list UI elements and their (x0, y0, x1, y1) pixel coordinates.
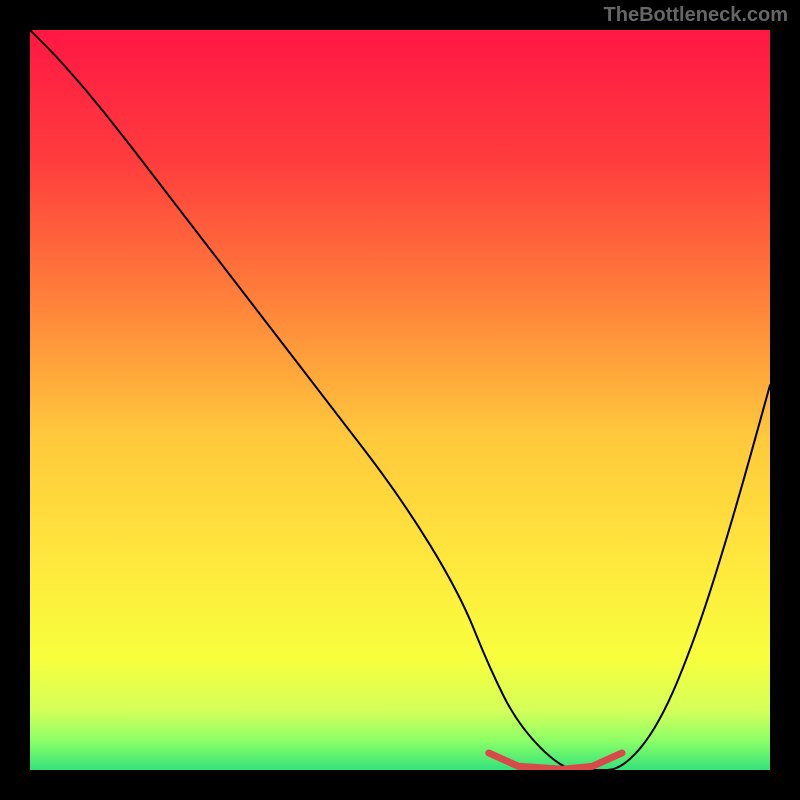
bottleneck-chart (30, 30, 770, 770)
watermark-text: TheBottleneck.com (604, 4, 788, 27)
chart-container (30, 30, 770, 770)
gradient-background (30, 30, 770, 770)
